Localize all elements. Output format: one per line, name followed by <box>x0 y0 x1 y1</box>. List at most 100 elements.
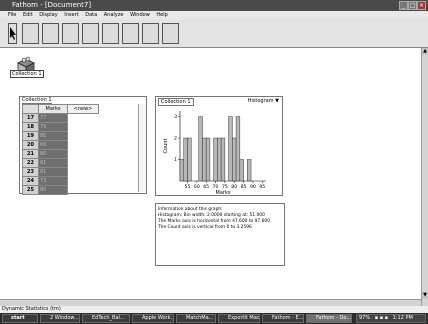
system-tray: 97% ▪ ▪ ▪ 1:12 PM <box>356 314 426 323</box>
marks-cell[interactable]: 81 <box>38 167 68 177</box>
estimate-tool-icon[interactable] <box>102 23 119 44</box>
taskbar-item[interactable]: Apple Work... <box>132 314 174 323</box>
histogram-bar <box>235 116 241 182</box>
x-tick-label: 85 <box>241 184 247 190</box>
y-tick-label: 2 <box>174 136 177 142</box>
close-button[interactable]: × <box>417 1 426 10</box>
taskbar-item-active[interactable]: Fathom - Do... <box>306 314 352 323</box>
test-tool-icon[interactable] <box>122 23 139 44</box>
taskbar-item[interactable]: Fathom - E... <box>262 314 304 323</box>
graph-tool-icon[interactable] <box>62 23 79 44</box>
histogram-bar <box>205 137 211 182</box>
histogram-bar <box>202 137 207 182</box>
taskbar-item[interactable]: ExportIt Mac... <box>218 314 260 323</box>
row-number: 18 <box>22 122 39 132</box>
text-tool-icon[interactable] <box>162 23 179 44</box>
table-row[interactable]: 19 80 <box>22 131 99 141</box>
histogram-bar <box>220 137 226 182</box>
row-number: 25 <box>22 185 39 195</box>
case-table-title: Collection 1 <box>22 97 52 104</box>
table-row[interactable]: 24 73 <box>22 176 99 186</box>
toolbar <box>0 19 428 48</box>
x-axis-label: Marks <box>216 190 231 195</box>
summary-table-tool-icon[interactable] <box>82 23 99 44</box>
info-line: The Count axis is vertical from 0 to 3.2… <box>158 225 252 230</box>
menu-edit[interactable]: Edit <box>23 12 33 18</box>
histogram-bar <box>183 137 188 182</box>
start-label: start <box>11 315 25 321</box>
status-text: Dynamic Statistics (tm) <box>2 306 61 312</box>
marks-cell[interactable]: 77 <box>38 113 68 123</box>
menu-bar: File Edit Display Insert Data Analyze Wi… <box>0 11 428 19</box>
status-bar: Dynamic Statistics (tm) <box>0 306 428 313</box>
menu-analyze[interactable]: Analyze <box>104 12 124 18</box>
y-tick-label: 3 <box>174 114 177 120</box>
histogram-bar <box>187 137 192 182</box>
pointer-tool-icon[interactable] <box>8 23 17 44</box>
collection-tool-icon[interactable] <box>22 23 39 44</box>
column-header-marks[interactable]: Marks <box>38 104 68 114</box>
battery-percent: 97% <box>359 315 371 321</box>
scroll-down-icon[interactable]: ▼ <box>422 292 428 299</box>
case-table-panel: Collection 1 Marks <new> 17 77 18 79 19 80 … <box>19 96 147 195</box>
scroll-up-icon[interactable]: ▲ <box>422 48 428 55</box>
x-tick-label: 80 <box>231 184 237 190</box>
clock: 1:12 PM <box>392 315 413 321</box>
marks-cell[interactable]: 80 <box>38 131 68 141</box>
menu-insert[interactable]: Insert <box>64 12 78 18</box>
taskbar-item[interactable]: EdTech_Bal... <box>82 314 130 323</box>
case-table: Marks <new> 17 77 18 79 19 80 20 60 21 80 22 6… <box>22 104 99 195</box>
table-row[interactable]: 21 80 <box>22 149 99 159</box>
menu-window[interactable]: Window <box>130 12 150 18</box>
marks-cell[interactable]: 79 <box>38 122 68 132</box>
menu-display[interactable]: Display <box>39 12 57 18</box>
table-header-row: Marks <new> <box>22 104 99 114</box>
marks-cell[interactable]: 80 <box>38 149 68 159</box>
histogram-bar <box>179 159 184 182</box>
y-tick-label: 1 <box>174 157 177 163</box>
histogram-chart: 55 60 65 70 75 80 85 90 95123MarksCount <box>163 111 266 195</box>
table-row[interactable]: 18 79 <box>22 122 99 132</box>
menu-help[interactable]: Help <box>156 12 167 18</box>
x-tick-label: 55 <box>185 184 191 190</box>
maximize-button[interactable]: □ <box>408 1 417 10</box>
table-row[interactable]: 25 80 <box>22 185 99 195</box>
histogram-bar <box>247 159 252 182</box>
start-button[interactable]: start <box>2 314 38 323</box>
y-axis-label: Count <box>163 139 169 154</box>
x-tick-label: 60 <box>194 184 200 190</box>
table-row[interactable]: 23 81 <box>22 167 99 177</box>
case-table-scrollbar[interactable] <box>138 104 146 192</box>
histogram-bar <box>213 137 218 182</box>
taskbar-item[interactable]: MatchMa... <box>176 314 216 323</box>
corner-cell <box>22 104 39 114</box>
row-number: 17 <box>22 113 39 123</box>
x-tick-label: 65 <box>203 184 209 190</box>
horizontal-scrollbar[interactable] <box>0 299 421 306</box>
marks-cell[interactable]: 80 <box>38 185 68 195</box>
taskbar-item[interactable]: 2 Window... <box>40 314 80 323</box>
slider-tool-icon[interactable] <box>142 23 159 44</box>
vertical-scrollbar[interactable]: ▲ ▼ <box>421 48 428 306</box>
row-number: 20 <box>22 140 39 150</box>
case-table-tool-icon[interactable] <box>42 23 59 44</box>
marks-cell[interactable]: 60 <box>38 140 68 150</box>
histogram-bar <box>232 137 237 182</box>
table-row[interactable]: 17 77 <box>22 113 99 123</box>
histogram-bar <box>198 116 203 182</box>
marks-cell[interactable]: 61 <box>38 158 68 168</box>
table-row[interactable]: 20 60 <box>22 140 99 150</box>
marks-cell[interactable]: 73 <box>38 176 68 186</box>
menu-file[interactable]: File <box>8 12 16 18</box>
window-title: Fathom - [Document7] <box>12 1 92 9</box>
taskbar: start 2 Window... EdTech_Bal... Apple Wo… <box>0 313 428 324</box>
table-row[interactable]: 22 61 <box>22 158 99 168</box>
column-header-new[interactable]: <new> <box>67 104 99 114</box>
row-number: 22 <box>22 158 39 168</box>
graph-panel: Collection 1 Histogram ▼ 55 60 65 70 75 80 85 9… <box>155 96 283 196</box>
menu-data[interactable]: Data <box>85 12 97 18</box>
collection-icon-label[interactable]: Collection 1 <box>10 70 44 78</box>
row-number: 23 <box>22 167 39 177</box>
minimize-button[interactable]: _ <box>399 1 408 10</box>
row-number: 21 <box>22 149 39 159</box>
